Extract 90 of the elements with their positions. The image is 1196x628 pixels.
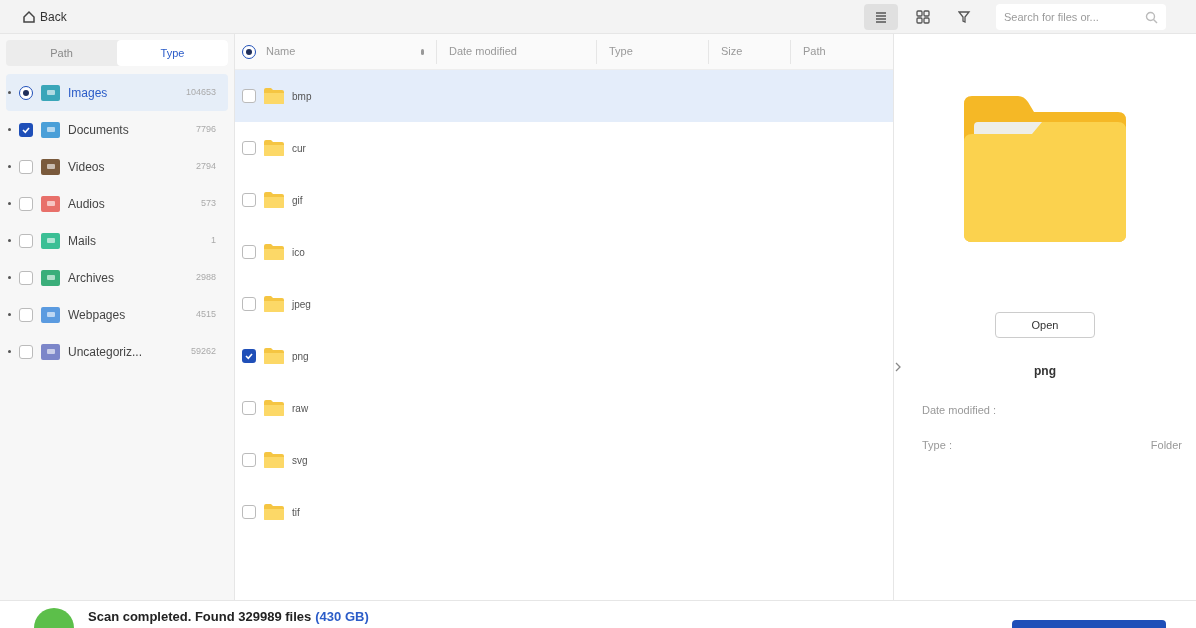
view-button[interactable] [864,3,898,30]
category-label: Images [68,84,109,102]
checkbox[interactable] [242,245,256,259]
category-item[interactable]: Videos 2794 [6,148,228,185]
category-item[interactable]: Documents 7796 [6,111,228,148]
checkbox[interactable] [242,297,256,311]
back-button[interactable]: Back [22,7,67,26]
category-label: Archives [68,269,115,287]
file-name: ico [292,245,305,260]
category-item[interactable]: Uncategoriz... 59262 [6,333,228,370]
checkbox[interactable] [19,85,33,100]
filter-icon [958,9,972,24]
folder-icon [263,295,285,313]
folder-icon [263,243,285,261]
field-label: Type : [922,437,952,453]
recover-button[interactable] [1012,620,1166,628]
chevron-right-icon [895,362,901,372]
field-value: Folder [1150,437,1182,453]
file-name: jpeg [292,297,311,312]
bullet-icon [8,239,11,242]
checkbox[interactable] [242,349,256,363]
grid-icon [916,9,930,24]
bullet-icon [8,350,11,353]
tab[interactable]: Type [117,40,228,66]
category-item[interactable]: Audios 573 [6,185,228,222]
item-count: 2794 [195,159,216,173]
success-icon [34,608,74,628]
home-icon [22,9,36,24]
search-field[interactable]: Search for files or... [996,3,1166,30]
item-count: 59262 [190,344,216,358]
file-name: tif [292,505,300,520]
folder-icon [263,399,285,417]
checkbox[interactable] [242,453,256,467]
category-label: Webpages [68,306,127,324]
item-count: 7796 [195,122,216,136]
bullet-icon [8,202,11,205]
checkbox[interactable] [19,122,33,137]
checkbox[interactable] [242,193,256,207]
bullet-icon [8,128,11,131]
item-count: 1 [211,233,216,247]
file-name: raw [292,401,309,416]
category-item[interactable]: Images 104653 [6,74,228,111]
file-name: png [292,349,309,364]
checkbox[interactable] [242,89,256,103]
item-count: 2988 [195,270,216,284]
folder-icon [263,191,285,209]
check-icon [244,351,254,361]
checkbox[interactable] [19,270,33,285]
checkbox[interactable] [242,505,256,519]
sort-icon [421,48,424,55]
search-icon [1145,10,1158,24]
category-item[interactable]: Webpages 4515 [6,296,228,333]
folder-icon [263,87,285,105]
category-label: Documents [68,121,130,139]
category-label: Videos [68,158,106,176]
item-count: 573 [200,196,216,210]
category-label: Mails [68,232,97,250]
open-button[interactable]: Open [995,312,1095,338]
checkbox[interactable] [19,307,33,322]
list-icon [874,9,888,24]
checkbox[interactable] [242,141,256,155]
file-row[interactable]: bmp [235,70,893,122]
category-label: Uncategoriz... [68,343,144,361]
file-name: bmp [292,89,312,104]
category-item[interactable]: Mails 1 [6,222,228,259]
size-link[interactable]: (430 GB) [315,606,369,626]
bullet-icon [8,276,11,279]
category-item[interactable]: Archives 2988 [6,259,228,296]
status-message: Scan completed. Found 329989 files [88,607,312,626]
folder-icon [263,503,285,521]
checkbox[interactable] [19,159,33,174]
file-name: gif [292,193,303,208]
item-count: 4515 [195,307,216,321]
bullet-icon [8,165,11,168]
file-name: svg [292,453,308,468]
checkbox[interactable] [19,196,33,211]
checkbox[interactable] [242,401,256,415]
folder-icon [263,451,285,469]
folder-icon [263,347,285,365]
checkbox[interactable] [19,233,33,248]
item-count: 104653 [185,85,216,99]
folder-icon [263,139,285,157]
checkbox[interactable] [242,44,256,59]
field-label: Date modified : [922,403,996,418]
file-name: png [1034,363,1056,380]
bullet-icon [8,91,11,94]
checkbox[interactable] [19,344,33,359]
category-label: Audios [68,195,106,213]
bullet-icon [8,313,11,316]
file-name: cur [292,141,306,156]
